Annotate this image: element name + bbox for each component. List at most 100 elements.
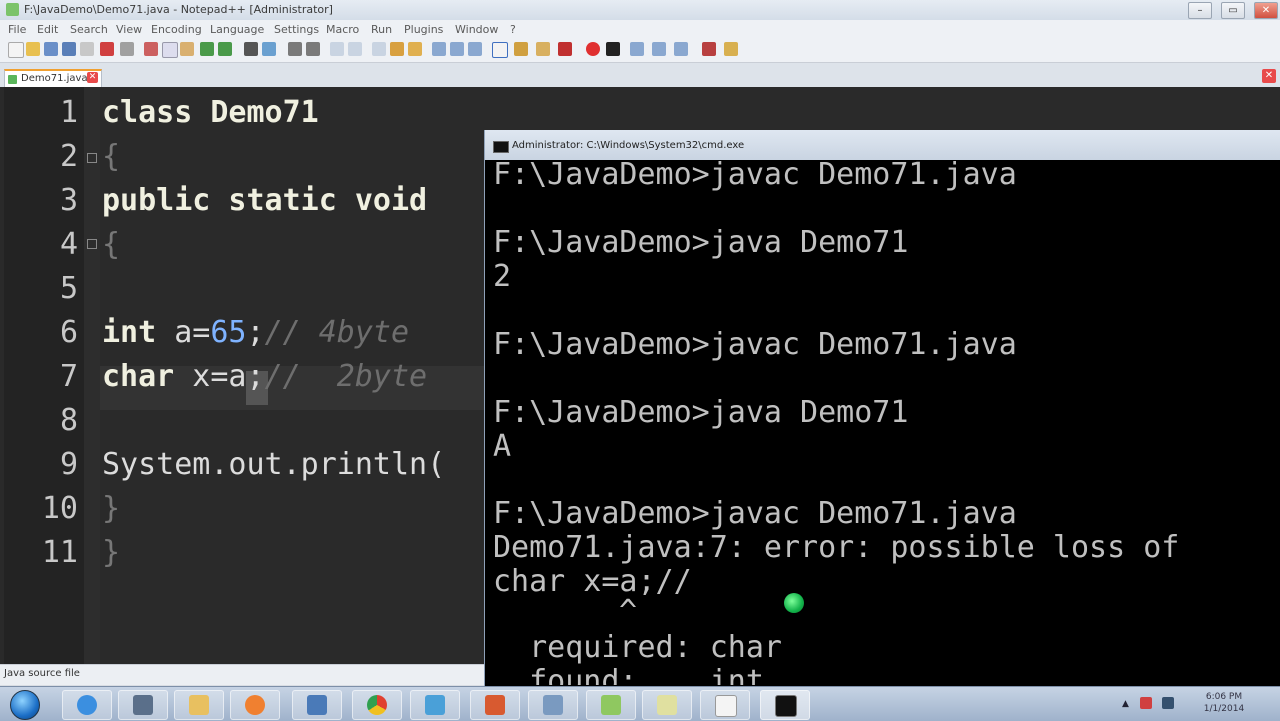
replace-icon[interactable] (262, 42, 276, 56)
unfold-all-icon[interactable] (450, 42, 464, 56)
taskbar-notepadpp[interactable] (586, 690, 636, 720)
taskbar-paint[interactable] (642, 690, 692, 720)
tab-close-icon[interactable]: ✕ (87, 72, 98, 83)
show-all-chars-icon[interactable] (390, 42, 404, 56)
mouse-cursor-highlight (784, 593, 804, 613)
code-text: a= (156, 315, 211, 350)
taskbar-windows-explorer[interactable] (700, 690, 750, 720)
menu-plugins[interactable]: Plugins (404, 23, 443, 36)
monitoring-icon[interactable] (536, 42, 550, 56)
menu-file[interactable]: File (8, 23, 26, 36)
word-wrap-icon[interactable] (372, 42, 386, 56)
find-icon[interactable] (244, 42, 258, 56)
function-list-icon[interactable] (492, 42, 508, 58)
fold-toggle-icon[interactable] (87, 239, 97, 249)
window-title: F:\JavaDemo\Demo71.java - Notepad++ [Adm… (24, 3, 333, 16)
menu-window[interactable]: Window (455, 23, 498, 36)
stop-macro-icon[interactable] (606, 42, 620, 56)
save-macro-icon[interactable] (674, 42, 688, 56)
record-macro-icon[interactable] (586, 42, 600, 56)
macro-record-icon[interactable] (558, 42, 572, 56)
taskbar-network[interactable] (410, 690, 460, 720)
menu-encoding[interactable]: Encoding (151, 23, 202, 36)
save-all-icon[interactable] (62, 42, 76, 56)
menu-help[interactable]: ? (510, 23, 516, 36)
print-icon[interactable] (120, 42, 134, 56)
copy-icon[interactable] (162, 42, 178, 58)
volume-icon[interactable] (1162, 697, 1174, 709)
chrome-icon (367, 695, 387, 715)
close-button[interactable]: ✕ (1254, 2, 1278, 19)
doc-map-icon[interactable] (468, 42, 482, 56)
fold-toggle-icon[interactable] (87, 153, 97, 163)
plugin-icon[interactable] (724, 42, 738, 56)
console-line: char x=a;// (493, 564, 692, 599)
console-line: F:\JavaDemo>javac Demo71.java (493, 157, 1017, 192)
taskbar-powerpoint[interactable] (470, 690, 520, 720)
open-file-icon[interactable] (26, 42, 40, 56)
fold-all-icon[interactable] (432, 42, 446, 56)
zoom-out-icon[interactable] (306, 42, 320, 56)
tab-list-close-icon[interactable]: ✕ (1262, 69, 1276, 83)
taskbar-calculator[interactable] (118, 690, 168, 720)
menu-edit[interactable]: Edit (37, 23, 58, 36)
taskbar-media-player[interactable] (230, 690, 280, 720)
new-file-icon[interactable] (8, 42, 24, 58)
window-icon (715, 695, 737, 717)
menu-language[interactable]: Language (210, 23, 264, 36)
start-button[interactable] (2, 687, 46, 721)
code-line-7: char x=a;// 2byte (102, 355, 427, 399)
windows-logo-icon (10, 690, 40, 720)
folder-workspace-icon[interactable] (514, 42, 528, 56)
keyword-char: char (102, 359, 175, 394)
saved-file-icon (8, 75, 17, 84)
menu-settings[interactable]: Settings (274, 23, 319, 36)
close-all-icon[interactable] (100, 42, 114, 56)
save-icon[interactable] (44, 42, 58, 56)
keyword-int: int (102, 315, 157, 350)
action-center-icon[interactable] (1140, 697, 1152, 709)
menu-run[interactable]: Run (371, 23, 392, 36)
run-macro-multiple-icon[interactable] (652, 42, 666, 56)
app-icon (543, 695, 563, 715)
cut-icon[interactable] (144, 42, 158, 56)
close-file-icon[interactable] (80, 42, 94, 56)
cmd-app-icon (493, 141, 509, 153)
console-line: required: char (493, 630, 782, 665)
status-bar: Java source file (0, 664, 484, 685)
taskbar-explorer[interactable] (174, 690, 224, 720)
taskbar-cmd[interactable] (760, 690, 810, 720)
code-line-11: } (102, 535, 121, 570)
minimize-button[interactable]: – (1188, 2, 1212, 19)
taskbar-chrome[interactable] (352, 690, 402, 720)
spell-check-icon[interactable] (702, 42, 716, 56)
show-hidden-icons-icon[interactable]: ▲ (1122, 699, 1129, 709)
tab-demo71-java[interactable]: Demo71.java ✕ (4, 69, 102, 89)
redo-icon[interactable] (218, 42, 232, 56)
zoom-in-icon[interactable] (288, 42, 302, 56)
code-line-1: class Demo71 (102, 95, 319, 130)
code-text: ; (246, 315, 265, 350)
code-comment: // 2byte (264, 359, 428, 394)
network-icon (425, 695, 445, 715)
cmd-window[interactable]: Administrator: C:\Windows\System32\cmd.e… (484, 130, 1280, 686)
tab-bar: Demo71.java ✕ ✕ (0, 63, 1280, 89)
clock[interactable]: 6:06 PM 1/1/2014 (1194, 691, 1254, 715)
line-number: 3 (59, 183, 78, 218)
play-macro-icon[interactable] (630, 42, 644, 56)
taskbar-ie[interactable] (62, 690, 112, 720)
undo-icon[interactable] (200, 42, 214, 56)
taskbar-app[interactable] (528, 690, 578, 720)
paste-icon[interactable] (180, 42, 194, 56)
line-number: 11 (41, 535, 78, 570)
sync-vertical-icon[interactable] (330, 42, 344, 56)
cmd-title-bar[interactable]: Administrator: C:\Windows\System32\cmd.e… (485, 130, 1280, 160)
menu-view[interactable]: View (116, 23, 142, 36)
console-line: F:\JavaDemo>javac Demo71.java (493, 327, 1017, 362)
menu-search[interactable]: Search (70, 23, 108, 36)
maximize-button[interactable]: ▭ (1221, 2, 1245, 19)
menu-macro[interactable]: Macro (326, 23, 359, 36)
sync-horizontal-icon[interactable] (348, 42, 362, 56)
taskbar-computer[interactable] (292, 690, 342, 720)
indent-guide-icon[interactable] (408, 42, 422, 56)
